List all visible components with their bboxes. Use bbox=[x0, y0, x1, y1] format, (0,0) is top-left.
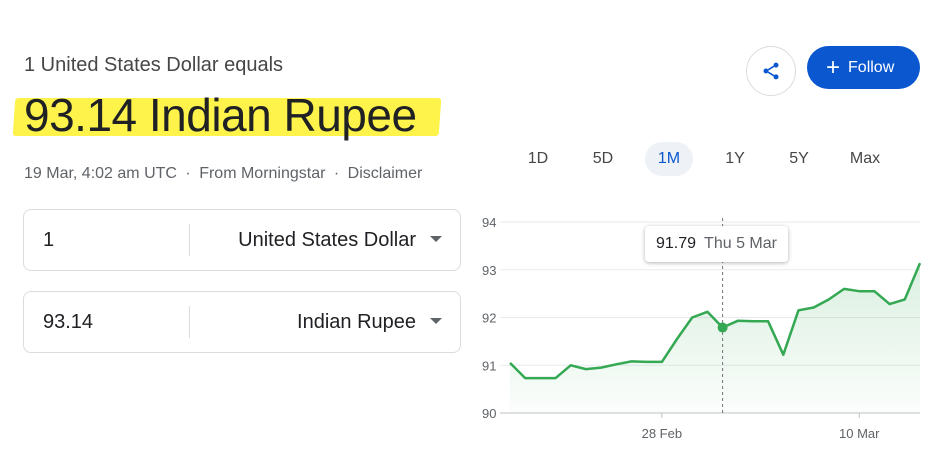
rate-meta: 19 Mar, 4:02 am UTC · From Morningstar ·… bbox=[24, 165, 422, 183]
tooltip-value: 91.79 bbox=[656, 235, 697, 252]
y-tick-label: 90 bbox=[482, 406, 496, 421]
divider bbox=[189, 224, 190, 256]
y-tick-label: 94 bbox=[482, 215, 496, 230]
meta-separator: · bbox=[333, 165, 340, 182]
tab-1m[interactable]: 1M bbox=[645, 142, 693, 176]
x-tick-label: 10 Mar bbox=[839, 426, 880, 441]
tab-5d[interactable]: 5D bbox=[579, 142, 627, 176]
to-currency-row: 93.14 Indian Rupee bbox=[23, 291, 461, 353]
from-currency-row: 1 United States Dollar bbox=[23, 209, 461, 271]
tab-max[interactable]: Max bbox=[840, 142, 890, 176]
to-amount-input[interactable]: 93.14 bbox=[43, 311, 93, 334]
follow-label: Follow bbox=[848, 58, 895, 76]
rate-timestamp: 19 Mar, 4:02 am UTC bbox=[24, 165, 177, 182]
source-link[interactable]: From Morningstar bbox=[199, 165, 325, 182]
exchange-rate-value: 93.14 Indian Rupee bbox=[24, 89, 417, 141]
to-currency-select[interactable]: Indian Rupee bbox=[297, 311, 416, 334]
plus-icon: + bbox=[826, 53, 841, 81]
x-tick-label: 28 Feb bbox=[642, 426, 682, 441]
share-button[interactable] bbox=[746, 46, 796, 96]
disclaimer-link[interactable]: Disclaimer bbox=[348, 165, 423, 182]
chevron-down-icon[interactable] bbox=[430, 236, 442, 242]
subtitle: 1 United States Dollar equals bbox=[24, 54, 284, 76]
tab-5y[interactable]: 5Y bbox=[775, 142, 823, 176]
tooltip-date: Thu 5 Mar bbox=[704, 235, 777, 252]
share-icon bbox=[763, 62, 779, 80]
series-area bbox=[510, 263, 920, 413]
y-tick-label: 93 bbox=[482, 263, 496, 278]
y-tick-label: 92 bbox=[482, 311, 496, 326]
from-amount-input[interactable]: 1 bbox=[43, 229, 54, 252]
divider bbox=[189, 306, 190, 338]
meta-separator: · bbox=[185, 165, 191, 182]
tab-1y[interactable]: 1Y bbox=[711, 142, 759, 176]
chart-tooltip: 91.79 Thu 5 Mar bbox=[645, 226, 788, 262]
y-tick-label: 91 bbox=[482, 358, 496, 373]
highlight-point bbox=[717, 322, 728, 333]
tab-1d[interactable]: 1D bbox=[514, 142, 562, 176]
follow-button[interactable]: + Follow bbox=[807, 46, 920, 89]
from-currency-select[interactable]: United States Dollar bbox=[238, 229, 416, 252]
chevron-down-icon[interactable] bbox=[430, 318, 442, 324]
